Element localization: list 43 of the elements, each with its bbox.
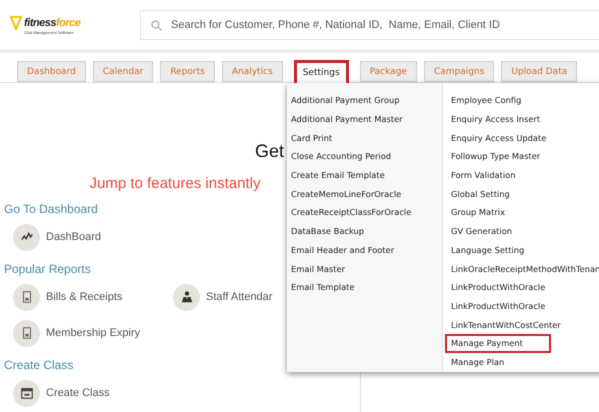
logo-text: fitnessforce [24, 16, 80, 28]
section-heading: Create Class [4, 358, 74, 372]
section-heading: Popular Reports [4, 262, 91, 276]
report-icon[interactable] [13, 320, 40, 346]
menu-item[interactable]: Enquiry Access Update [447, 128, 552, 148]
menu-item[interactable]: LinkProductWithOracle [447, 278, 552, 297]
menu-item[interactable]: Manage Payment [445, 334, 551, 353]
feature-link[interactable]: Bills & Receipts [46, 291, 122, 303]
logo-icon [10, 16, 22, 30]
menu-item[interactable]: Email Template [287, 278, 361, 297]
menu-item[interactable]: Employee Config [447, 91, 528, 110]
menu-item[interactable]: Additional Payment Master [287, 110, 409, 128]
menu-item[interactable]: DataBase Backup [287, 222, 370, 240]
menu-item[interactable]: GV Generation [447, 222, 518, 240]
menu-item[interactable]: Global Setting [447, 184, 516, 204]
menu-item[interactable]: Manage Plan [447, 352, 510, 372]
feature-link[interactable]: DashBoard [46, 231, 102, 243]
menu-item[interactable]: Email Header and Footer [287, 240, 400, 260]
menu-item[interactable]: Email Master [287, 259, 351, 278]
menu-item[interactable]: Close Accounting Period [287, 147, 398, 166]
feature-link[interactable]: Staff Attendar [206, 291, 272, 303]
menu-item[interactable]: Followup Type Master [447, 147, 546, 166]
feature-link[interactable]: Create Class [46, 387, 110, 399]
menu-item[interactable]: Form Validation [447, 166, 522, 184]
report-icon[interactable] [13, 284, 40, 310]
menu-item[interactable]: Create Email Template [287, 166, 391, 184]
feature-link[interactable]: Membership Expiry [46, 327, 140, 339]
menu-item[interactable]: LinkTenantWithCostCenter [447, 315, 567, 334]
page-subtitle: Jump to features instantly [90, 175, 260, 192]
menu-item[interactable]: CreateReceiptClassForOracle [287, 203, 418, 222]
section-heading: Go To Dashboard [4, 202, 98, 216]
menu-item[interactable]: Card Print [287, 128, 338, 148]
chart-icon[interactable] [13, 224, 40, 250]
menu-item[interactable]: Group Matrix [447, 203, 512, 222]
page-title: Get [255, 141, 284, 162]
menu-item[interactable]: Language Setting [447, 240, 530, 260]
search-field[interactable]: Search for Customer, Phone #, National ID, Name, Email, Client ID [140, 10, 599, 40]
calendar-icon[interactable] [13, 380, 40, 406]
menu-item[interactable]: Enquiry Access Insert [447, 110, 546, 128]
menu-item[interactable]: CreateMemoLineForOracle [287, 184, 408, 204]
menu-item[interactable]: Additional Payment Group [287, 91, 406, 110]
staff-icon[interactable] [173, 284, 200, 310]
menu-item[interactable]: LinkProductWithOracle [447, 296, 552, 316]
